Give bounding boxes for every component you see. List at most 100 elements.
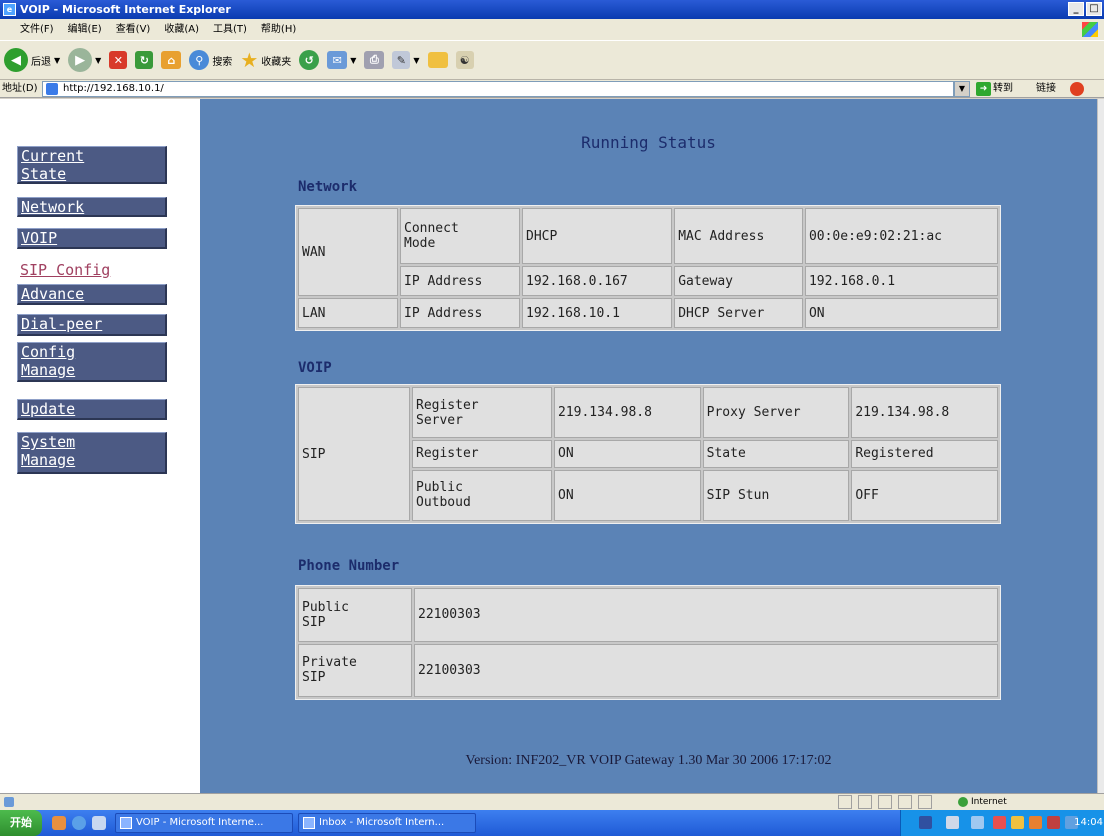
refresh-button[interactable]: ↻ (135, 45, 154, 75)
print-button[interactable]: ⎙ (364, 45, 385, 75)
go-button[interactable]: ➜ 转到 (976, 80, 1013, 98)
address-bar: 地址(D) http://192.168.10.1/ ▼ ➜ 转到 链接 (0, 80, 1104, 98)
back-arrow-icon: ◀ (4, 48, 28, 72)
menu-tools[interactable]: 工具(T) (213, 19, 247, 40)
stop-button[interactable]: ✕ (109, 45, 128, 75)
edit-icon: ✎ (392, 51, 411, 69)
tray-network-icon[interactable] (971, 816, 984, 829)
messenger-icon: ☯ (455, 51, 474, 69)
lan-label: LAN (298, 298, 398, 328)
chevron-down-icon: ▼ (95, 55, 102, 65)
folder-icon (427, 52, 448, 68)
browser-toolbar: ◀ 后退 ▼ ▶ ▼ ✕ ↻ ⌂ ⚲ 搜索 ★ 收藏夹 ↺ ✉ ▼ ⎙ ✎ ▼ … (0, 40, 1104, 80)
nav-config-manage[interactable]: Config Manage (17, 342, 167, 382)
links-button[interactable]: 链接 (1036, 80, 1056, 98)
table-row: LAN IP Address 192.168.10.1 DHCP Server … (298, 298, 998, 328)
status-panel (878, 795, 892, 809)
table-row: SIP Register Server 219.134.98.8 Proxy S… (298, 387, 998, 521)
search-icon: ⚲ (189, 50, 210, 70)
phone-number-table: Public SIP 22100303 Private SIP 22100303 (295, 585, 1001, 700)
chevron-down-icon: ▼ (350, 55, 357, 65)
star-icon: ★ (240, 48, 259, 72)
status-panel (838, 795, 852, 809)
public-outboud-value: ON (554, 469, 701, 521)
vertical-scrollbar[interactable] (1097, 99, 1104, 793)
nav-current-state[interactable]: Current State (17, 146, 167, 184)
voip-heading: VOIP (298, 360, 332, 376)
address-dropdown-button[interactable]: ▼ (954, 81, 970, 97)
nav-system-manage[interactable]: System Manage (17, 432, 167, 474)
phone-number-heading: Phone Number (298, 558, 400, 574)
stop-icon: ✕ (109, 51, 128, 69)
mac-address-label: MAC Address (674, 208, 803, 265)
tray-input-icon[interactable] (919, 816, 932, 829)
chevron-down-icon: ▼ (413, 55, 420, 65)
folder-button[interactable] (427, 45, 448, 75)
favorites-button[interactable]: ★ 收藏夹 (240, 45, 291, 75)
menu-edit[interactable]: 编辑(E) (68, 19, 102, 40)
page-title: Running Status (581, 133, 716, 152)
system-tray: 14:04 (900, 810, 1104, 836)
nav-dial-peer[interactable]: Dial-peer (17, 314, 167, 336)
table-row: Public SIP 22100303 (298, 588, 998, 642)
status-bar: Internet (0, 793, 1104, 810)
taskbar-item-voip[interactable]: VOIP - Microsoft Interne... (115, 813, 293, 833)
forward-button[interactable]: ▶ ▼ (68, 45, 101, 75)
taskbar: 开始 VOIP - Microsoft Interne... Inbox - M… (0, 810, 1104, 836)
tray-shield-icon[interactable] (1011, 816, 1024, 829)
quicklaunch-user-icon[interactable] (52, 816, 66, 830)
lan-ip-value: 192.168.10.1 (522, 298, 673, 328)
tray-app-icon[interactable] (993, 816, 1006, 829)
state-value: Registered (851, 440, 998, 468)
taskbar-item-inbox[interactable]: Inbox - Microsoft Intern... (298, 813, 476, 833)
main-panel: Running Status Network WAN Connect Mode … (200, 99, 1097, 793)
address-input[interactable]: http://192.168.10.1/ (42, 81, 954, 97)
menu-help[interactable]: 帮助(H) (261, 19, 296, 40)
address-url: http://192.168.10.1/ (63, 83, 164, 94)
back-button[interactable]: ◀ 后退 ▼ (4, 45, 60, 75)
nav-voip[interactable]: VOIP (17, 228, 167, 249)
history-button[interactable]: ↺ (299, 45, 320, 75)
search-button[interactable]: ⚲ 搜索 (189, 45, 232, 75)
dhcp-server-value: ON (804, 298, 998, 328)
security-zone: Internet (958, 795, 1007, 809)
menu-bar: 文件(F) 编辑(E) 查看(V) 收藏(A) 工具(T) 帮助(H) (0, 19, 1104, 40)
voip-table: SIP Register Server 219.134.98.8 Proxy S… (295, 384, 1001, 524)
nav-update[interactable]: Update (17, 399, 167, 420)
proxy-server-value: 219.134.98.8 (851, 387, 998, 439)
mail-button[interactable]: ✉ ▼ (327, 45, 356, 75)
clock: 14:04 (1074, 817, 1103, 828)
nav-network[interactable]: Network (17, 197, 167, 217)
home-button[interactable]: ⌂ (161, 45, 182, 75)
tray-app-icon[interactable] (1029, 816, 1042, 829)
maximize-button[interactable]: □ (1086, 2, 1102, 16)
page-icon (46, 83, 58, 95)
start-button[interactable]: 开始 (0, 810, 42, 836)
register-server-label: Register Server (412, 387, 552, 439)
nav-advance[interactable]: Advance (17, 284, 167, 305)
register-value: ON (554, 440, 701, 468)
tray-printer-icon[interactable] (946, 816, 959, 829)
menu-file[interactable]: 文件(F) (20, 19, 54, 40)
minimize-button[interactable]: _ (1068, 2, 1084, 16)
window-title: VOIP - Microsoft Internet Explorer (20, 3, 231, 16)
toolbar-extra-icon[interactable] (1070, 82, 1084, 96)
tray-app-icon[interactable] (1047, 816, 1060, 829)
quicklaunch-ie-icon[interactable] (72, 816, 86, 830)
proxy-server-label: Proxy Server (702, 387, 850, 439)
forward-arrow-icon: ▶ (68, 48, 93, 72)
quicklaunch-desktop-icon[interactable] (92, 816, 106, 830)
menu-view[interactable]: 查看(V) (116, 19, 151, 40)
globe-icon (958, 797, 968, 807)
history-icon: ↺ (299, 50, 320, 70)
sip-stun-value: OFF (851, 469, 998, 521)
menu-favorites[interactable]: 收藏(A) (164, 19, 199, 40)
nav-sip-config[interactable]: SIP Config (17, 261, 173, 279)
ie-icon (120, 817, 132, 829)
connect-mode-value: DHCP (522, 208, 673, 265)
network-table: WAN Connect Mode DHCP MAC Address 00:0e:… (295, 205, 1001, 331)
register-label: Register (412, 440, 552, 468)
edit-button[interactable]: ✎ ▼ (392, 45, 420, 75)
messenger-button[interactable]: ☯ (455, 45, 474, 75)
network-heading: Network (298, 179, 358, 195)
